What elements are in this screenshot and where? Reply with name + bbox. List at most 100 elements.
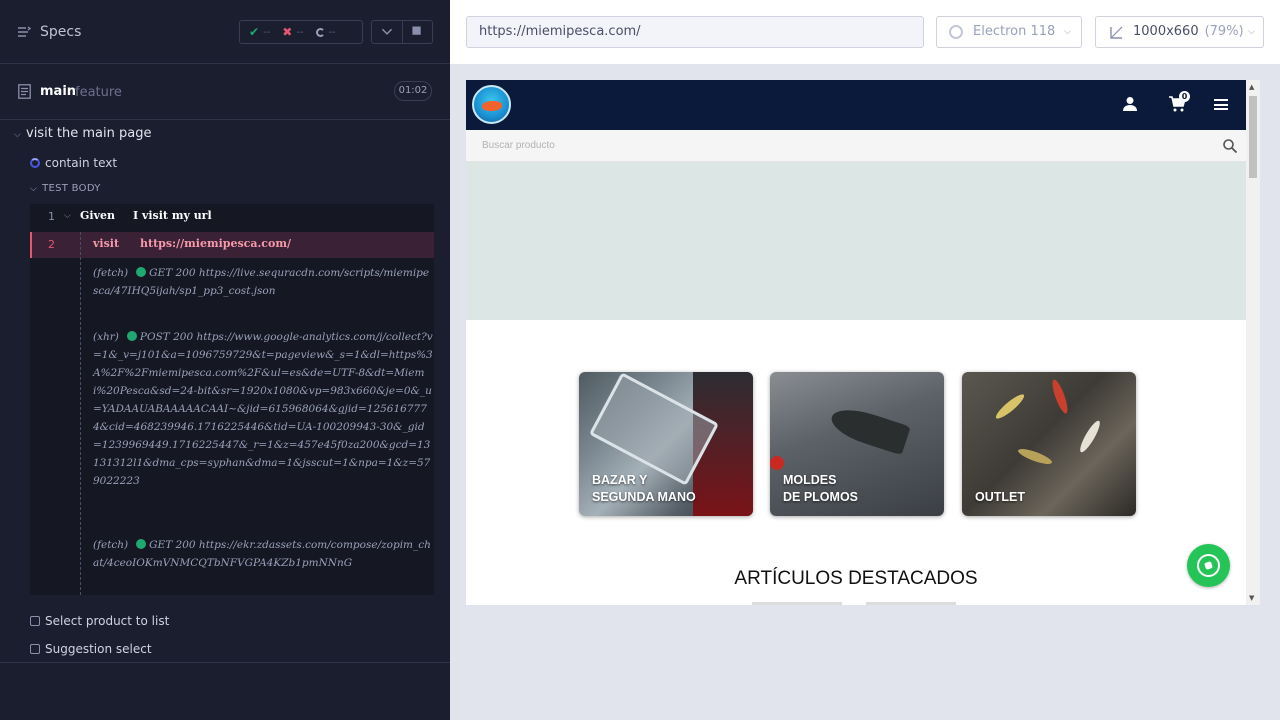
category-label: OUTLET (975, 489, 1025, 506)
command-row-active[interactable]: 2 visit https://miemipesca.com/ (30, 232, 434, 258)
chevron-down-icon: ⌵ (1064, 27, 1071, 37)
pending-count: -- (328, 26, 336, 38)
test-body-label: TEST BODY (42, 183, 101, 194)
card-image (993, 391, 1027, 422)
hamburger-menu-icon[interactable] (1214, 99, 1228, 110)
stats-bar: ✔ -- ✖ -- -- (239, 20, 363, 44)
category-card-moldes[interactable]: MOLDES DE PLOMOS (770, 372, 944, 516)
user-icon[interactable] (1123, 96, 1137, 112)
status-dot-icon (136, 267, 147, 277)
failed-count: -- (296, 26, 304, 38)
network-log-entry[interactable]: (fetch) GET 200 https://ekr.zdassets.com/… (93, 536, 433, 572)
network-log-entry[interactable]: (xhr) POST 200 https://www.google-analyti… (93, 328, 433, 490)
test-label: Select product to list (45, 614, 170, 628)
electron-icon (949, 25, 963, 39)
command-number: 2 (48, 238, 55, 251)
card-image (1077, 418, 1103, 455)
running-test[interactable]: contain text (30, 156, 117, 170)
command-text: I visit my url (133, 209, 212, 222)
browser-selector[interactable]: Electron 118 ⌵ (936, 16, 1082, 48)
chevron-down-icon: ⌵ (14, 130, 21, 140)
whatsapp-button[interactable] (1187, 544, 1230, 587)
card-image (1016, 446, 1054, 467)
url-bar[interactable]: https://miemipesca.com/ (466, 16, 924, 48)
card-image (770, 456, 784, 470)
category-label-line: MOLDES (783, 473, 837, 487)
category-label: BAZAR Y SEGUNDA MANO (592, 472, 696, 506)
scrollbar-thumb[interactable] (1249, 96, 1257, 178)
scrollbar[interactable]: ▲ ▼ (1246, 80, 1260, 605)
search-bar[interactable]: Buscar producto (466, 130, 1246, 162)
check-icon: ✔ (249, 25, 260, 39)
search-input[interactable]: Buscar producto (482, 140, 555, 151)
collapse-button[interactable] (371, 20, 403, 44)
site-logo[interactable] (472, 85, 511, 124)
spec-file-name: main (40, 84, 77, 99)
pending-test-icon (30, 616, 40, 626)
zoom-level: (79%) (1204, 24, 1244, 39)
product-card-peek (752, 602, 842, 605)
browser-toolbar: https://miemipesca.com/ Electron 118 ⌵ 1… (450, 0, 1280, 64)
specs-list-icon[interactable] (17, 25, 31, 39)
x-icon: ✖ (282, 25, 293, 39)
passed-stat: ✔ -- (249, 25, 270, 39)
category-label-line: OUTLET (975, 490, 1025, 504)
ruler-icon (1110, 26, 1123, 39)
duration-badge: 01:02 (394, 81, 432, 101)
spec-file-ext: feature (75, 85, 122, 100)
suite-title[interactable]: ⌵ visit the main page (14, 126, 151, 141)
command-keyword: visit (93, 237, 120, 250)
browser-label: Electron 118 (973, 24, 1056, 39)
fish-icon (482, 101, 502, 111)
category-card-outlet[interactable]: OUTLET (962, 372, 1136, 516)
document-icon (18, 84, 31, 99)
card-image (1049, 378, 1071, 415)
test-body-toggle[interactable]: ⌵ TEST BODY (30, 183, 101, 194)
category-label-line: SEGUNDA MANO (592, 490, 696, 504)
scroll-down-icon[interactable]: ▼ (1249, 594, 1254, 602)
app-under-test-panel: https://miemipesca.com/ Electron 118 ⌵ 1… (450, 0, 1280, 720)
featured-heading: ARTÍCULOS DESTACADOS (734, 568, 978, 589)
stop-button[interactable] (403, 20, 433, 44)
network-log-entry[interactable]: (fetch) GET 200 https://live.sequracdn.co… (93, 264, 433, 300)
request-type: (fetch) (93, 539, 129, 551)
request-type: (xhr) (93, 331, 119, 343)
command-log[interactable]: 1 ⌵ Given I visit my url 2 visit https:/… (30, 204, 434, 595)
command-number: 1 (48, 210, 55, 223)
specs-header: Specs ✔ -- ✖ -- -- (0, 0, 450, 64)
test-label: contain text (45, 156, 118, 170)
reporter-panel: Specs ✔ -- ✖ -- -- main feature 01:02 ⌵ … (0, 0, 450, 720)
stop-icon (412, 26, 421, 35)
running-spinner-icon (30, 158, 40, 168)
viewport-size: 1000x660 (1133, 24, 1199, 39)
divider (0, 662, 450, 663)
scroll-up-icon[interactable]: ▲ (1249, 83, 1254, 91)
site-viewport: 0 Buscar producto BAZAR Y SEGUNDA MANO MO… (466, 80, 1260, 605)
card-image (827, 402, 911, 456)
nesting-line (80, 232, 81, 595)
pending-test[interactable]: Suggestion select (30, 642, 152, 656)
passed-count: -- (263, 26, 271, 38)
command-text: https://miemipesca.com/ (140, 237, 292, 250)
category-label: MOLDES DE PLOMOS (783, 472, 858, 506)
spec-file-row[interactable]: main feature 01:02 (0, 64, 450, 120)
status-dot-icon (136, 539, 147, 549)
category-card-bazar[interactable]: BAZAR Y SEGUNDA MANO (579, 372, 753, 516)
category-label-line: DE PLOMOS (783, 490, 859, 504)
specs-label[interactable]: Specs (40, 24, 81, 40)
search-icon[interactable] (1223, 139, 1237, 153)
viewport-selector[interactable]: 1000x660 (79%) ⌵ (1095, 16, 1264, 48)
spinner-icon (315, 27, 325, 37)
pending-stat: -- (315, 26, 336, 38)
chevron-down-icon: ⌵ (1248, 27, 1255, 37)
site-header: 0 (466, 80, 1246, 130)
cart-count-badge: 0 (1179, 91, 1190, 102)
request-type: (fetch) (93, 267, 129, 279)
chevron-down-icon: ⌵ (30, 184, 38, 194)
status-dot-icon (126, 331, 137, 341)
command-row[interactable]: 1 ⌵ Given I visit my url (30, 204, 434, 230)
command-keyword: Given (80, 209, 115, 222)
chevron-down-icon (381, 28, 393, 35)
chevron-down-icon: ⌵ (64, 211, 71, 221)
pending-test[interactable]: Select product to list (30, 614, 169, 628)
